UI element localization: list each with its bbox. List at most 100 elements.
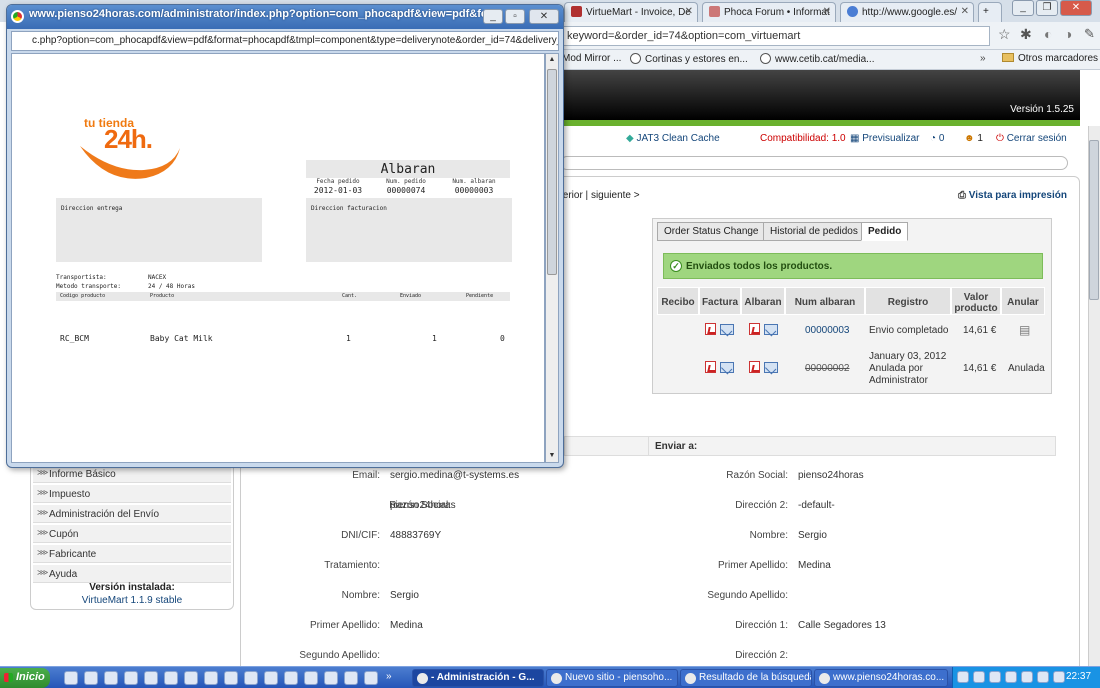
- tab-order-status-change[interactable]: Order Status Change: [657, 222, 766, 241]
- pdf-icon[interactable]: [705, 361, 716, 373]
- task-nuevo-sitio[interactable]: Nuevo sitio - piensoho...: [546, 669, 678, 687]
- messages-count[interactable]: ◔ 0: [930, 133, 944, 144]
- tab-order-history[interactable]: Historial de pedidos: [763, 222, 865, 241]
- start-button[interactable]: Inicio: [0, 668, 50, 688]
- task-pienso24horas[interactable]: www.pienso24horas.co...: [814, 669, 948, 687]
- new-tab-button[interactable]: +: [978, 2, 1002, 22]
- menu-fabricante[interactable]: Fabricante: [33, 545, 231, 563]
- tray-icon[interactable]: [973, 671, 985, 683]
- minimize-button[interactable]: _: [1012, 0, 1034, 16]
- email-icon[interactable]: [720, 323, 734, 335]
- tab-phoca-forum[interactable]: Phoca Forum • Informat ✕: [702, 2, 836, 22]
- tray-icon[interactable]: [1005, 671, 1017, 683]
- pdf-icon[interactable]: [705, 323, 716, 335]
- pdf-icon[interactable]: [749, 361, 760, 373]
- app-icon[interactable]: [164, 671, 178, 685]
- menu-cupon[interactable]: Cupón: [33, 525, 231, 543]
- task-administracion[interactable]: - Administración - G...: [412, 669, 544, 687]
- carrier-value: NACEX: [148, 274, 167, 281]
- scroll-down-icon[interactable]: ▼: [546, 450, 558, 462]
- app-icon[interactable]: [124, 671, 138, 685]
- email-icon[interactable]: [764, 361, 778, 373]
- app-icon[interactable]: [224, 671, 238, 685]
- taskbar-overflow-icon[interactable]: »: [386, 671, 392, 682]
- print-view-link[interactable]: ⎙ Vista para impresión: [958, 190, 1067, 201]
- chrome-icon[interactable]: [244, 671, 258, 685]
- tray-icon[interactable]: [989, 671, 1001, 683]
- popup-close-button[interactable]: ✕: [529, 9, 559, 24]
- deliverynote-pdf-icons: [749, 323, 778, 335]
- menu-ayuda[interactable]: Ayuda: [33, 565, 231, 583]
- order-navigation[interactable]: terior | siguiente >: [560, 190, 640, 201]
- bookmark-cetib[interactable]: www.cetib.cat/media...: [760, 53, 874, 65]
- popup-url-field[interactable]: c.php?option=com_phocapdf&view=pdf&forma…: [11, 31, 559, 51]
- col-recibo: Recibo: [657, 287, 699, 315]
- users-count[interactable]: ☻ 1: [964, 133, 983, 144]
- wrench-icon[interactable]: ✎: [1084, 26, 1095, 42]
- compatibility-status: Compatibilidad: 1.0: [760, 133, 846, 144]
- cancel-delivery-icon[interactable]: ▤: [1019, 323, 1030, 337]
- tab-google[interactable]: http://www.google.es/✕: [840, 2, 974, 22]
- registro-status: Anulada por: [869, 363, 923, 374]
- field-label: Primer Apellido:: [717, 560, 788, 571]
- app-icon[interactable]: [364, 671, 378, 685]
- close-tab-icon[interactable]: ✕: [961, 6, 969, 17]
- bookmark-label: Cortinas y estores en...: [645, 54, 748, 65]
- app-icon[interactable]: [204, 671, 218, 685]
- delivery-number-link[interactable]: 00000003: [805, 325, 850, 336]
- task-resultado-busqueda[interactable]: Resultado de la búsqueda: [680, 669, 812, 687]
- close-tab-icon[interactable]: ✕: [685, 6, 693, 17]
- ie-icon[interactable]: [64, 671, 78, 685]
- tab-virtuemart-invoice[interactable]: VirtueMart - Invoice, De ✕: [564, 2, 698, 22]
- extension-icon[interactable]: ✱: [1020, 26, 1032, 43]
- desktop-icon[interactable]: [104, 671, 118, 685]
- bookmark-cortinas[interactable]: Cortinas y estores en...: [630, 53, 748, 65]
- popup-scrollbar-thumb[interactable]: [547, 69, 557, 275]
- bookmark-mod-mirror[interactable]: Mod Mirror ...: [562, 53, 621, 64]
- app-icon[interactable]: [284, 671, 298, 685]
- tab-pedido[interactable]: Pedido: [861, 222, 909, 241]
- menu-administracion-envio[interactable]: Administración del Envío: [33, 505, 231, 523]
- main-address-bar: keyword=&order_id=74&option=com_virtuema…: [560, 22, 1100, 50]
- app-icon[interactable]: [144, 671, 158, 685]
- tray-icon[interactable]: [1037, 671, 1049, 683]
- store-logo: tu tienda 24h.: [72, 110, 186, 184]
- scroll-up-icon[interactable]: ▲: [546, 54, 558, 66]
- main-scrollbar-thumb[interactable]: [1089, 140, 1099, 300]
- close-window-button[interactable]: ✕: [1060, 0, 1092, 16]
- bookmarks-overflow-icon[interactable]: »: [980, 53, 986, 64]
- installed-version-link[interactable]: VirtueMart 1.1.9 stable: [30, 595, 234, 606]
- col-qty: Cant.: [342, 293, 358, 299]
- bookmark-label: www.cetib.cat/media...: [775, 54, 875, 65]
- word-icon[interactable]: [344, 671, 358, 685]
- app-icon[interactable]: [324, 671, 338, 685]
- popup-titlebar[interactable]: www.pienso24horas.com/administrator/inde…: [7, 5, 563, 29]
- popup-maximize-button[interactable]: ▫: [505, 9, 525, 24]
- tray-icon[interactable]: [957, 671, 969, 683]
- email-icon[interactable]: [720, 361, 734, 373]
- volume-icon[interactable]: [1053, 671, 1065, 683]
- page-menu-icon[interactable]: ◑: [1064, 26, 1072, 42]
- count-value: 1: [977, 133, 983, 144]
- maximize-button[interactable]: ❐: [1036, 0, 1058, 16]
- messenger-icon[interactable]: [84, 671, 98, 685]
- star-icon[interactable]: ☆: [998, 26, 1011, 43]
- logout-link[interactable]: ⏻ Cerrar sesión: [996, 133, 1067, 144]
- globe-icon[interactable]: ◐: [1044, 26, 1052, 42]
- close-tab-icon[interactable]: ✕: [823, 6, 831, 17]
- pdf-icon[interactable]: [749, 323, 760, 335]
- field-label: Email:: [352, 470, 380, 481]
- popup-minimize-button[interactable]: _: [483, 9, 503, 24]
- menu-impuesto[interactable]: Impuesto: [33, 485, 231, 503]
- url-input[interactable]: keyword=&order_id=74&option=com_virtuema…: [560, 26, 990, 46]
- bookmark-other[interactable]: Otros marcadores: [1002, 53, 1098, 64]
- preview-icon: ▦: [850, 133, 863, 144]
- firefox-icon[interactable]: [264, 671, 278, 685]
- preview-label: Previsualizar: [862, 133, 920, 144]
- email-icon[interactable]: [764, 323, 778, 335]
- clean-cache-link[interactable]: ◆ JAT3 Clean Cache: [626, 133, 720, 144]
- app-icon[interactable]: [304, 671, 318, 685]
- tray-icon[interactable]: [1021, 671, 1033, 683]
- preview-link[interactable]: ▦ Previsualizar: [850, 133, 919, 144]
- app-icon[interactable]: [184, 671, 198, 685]
